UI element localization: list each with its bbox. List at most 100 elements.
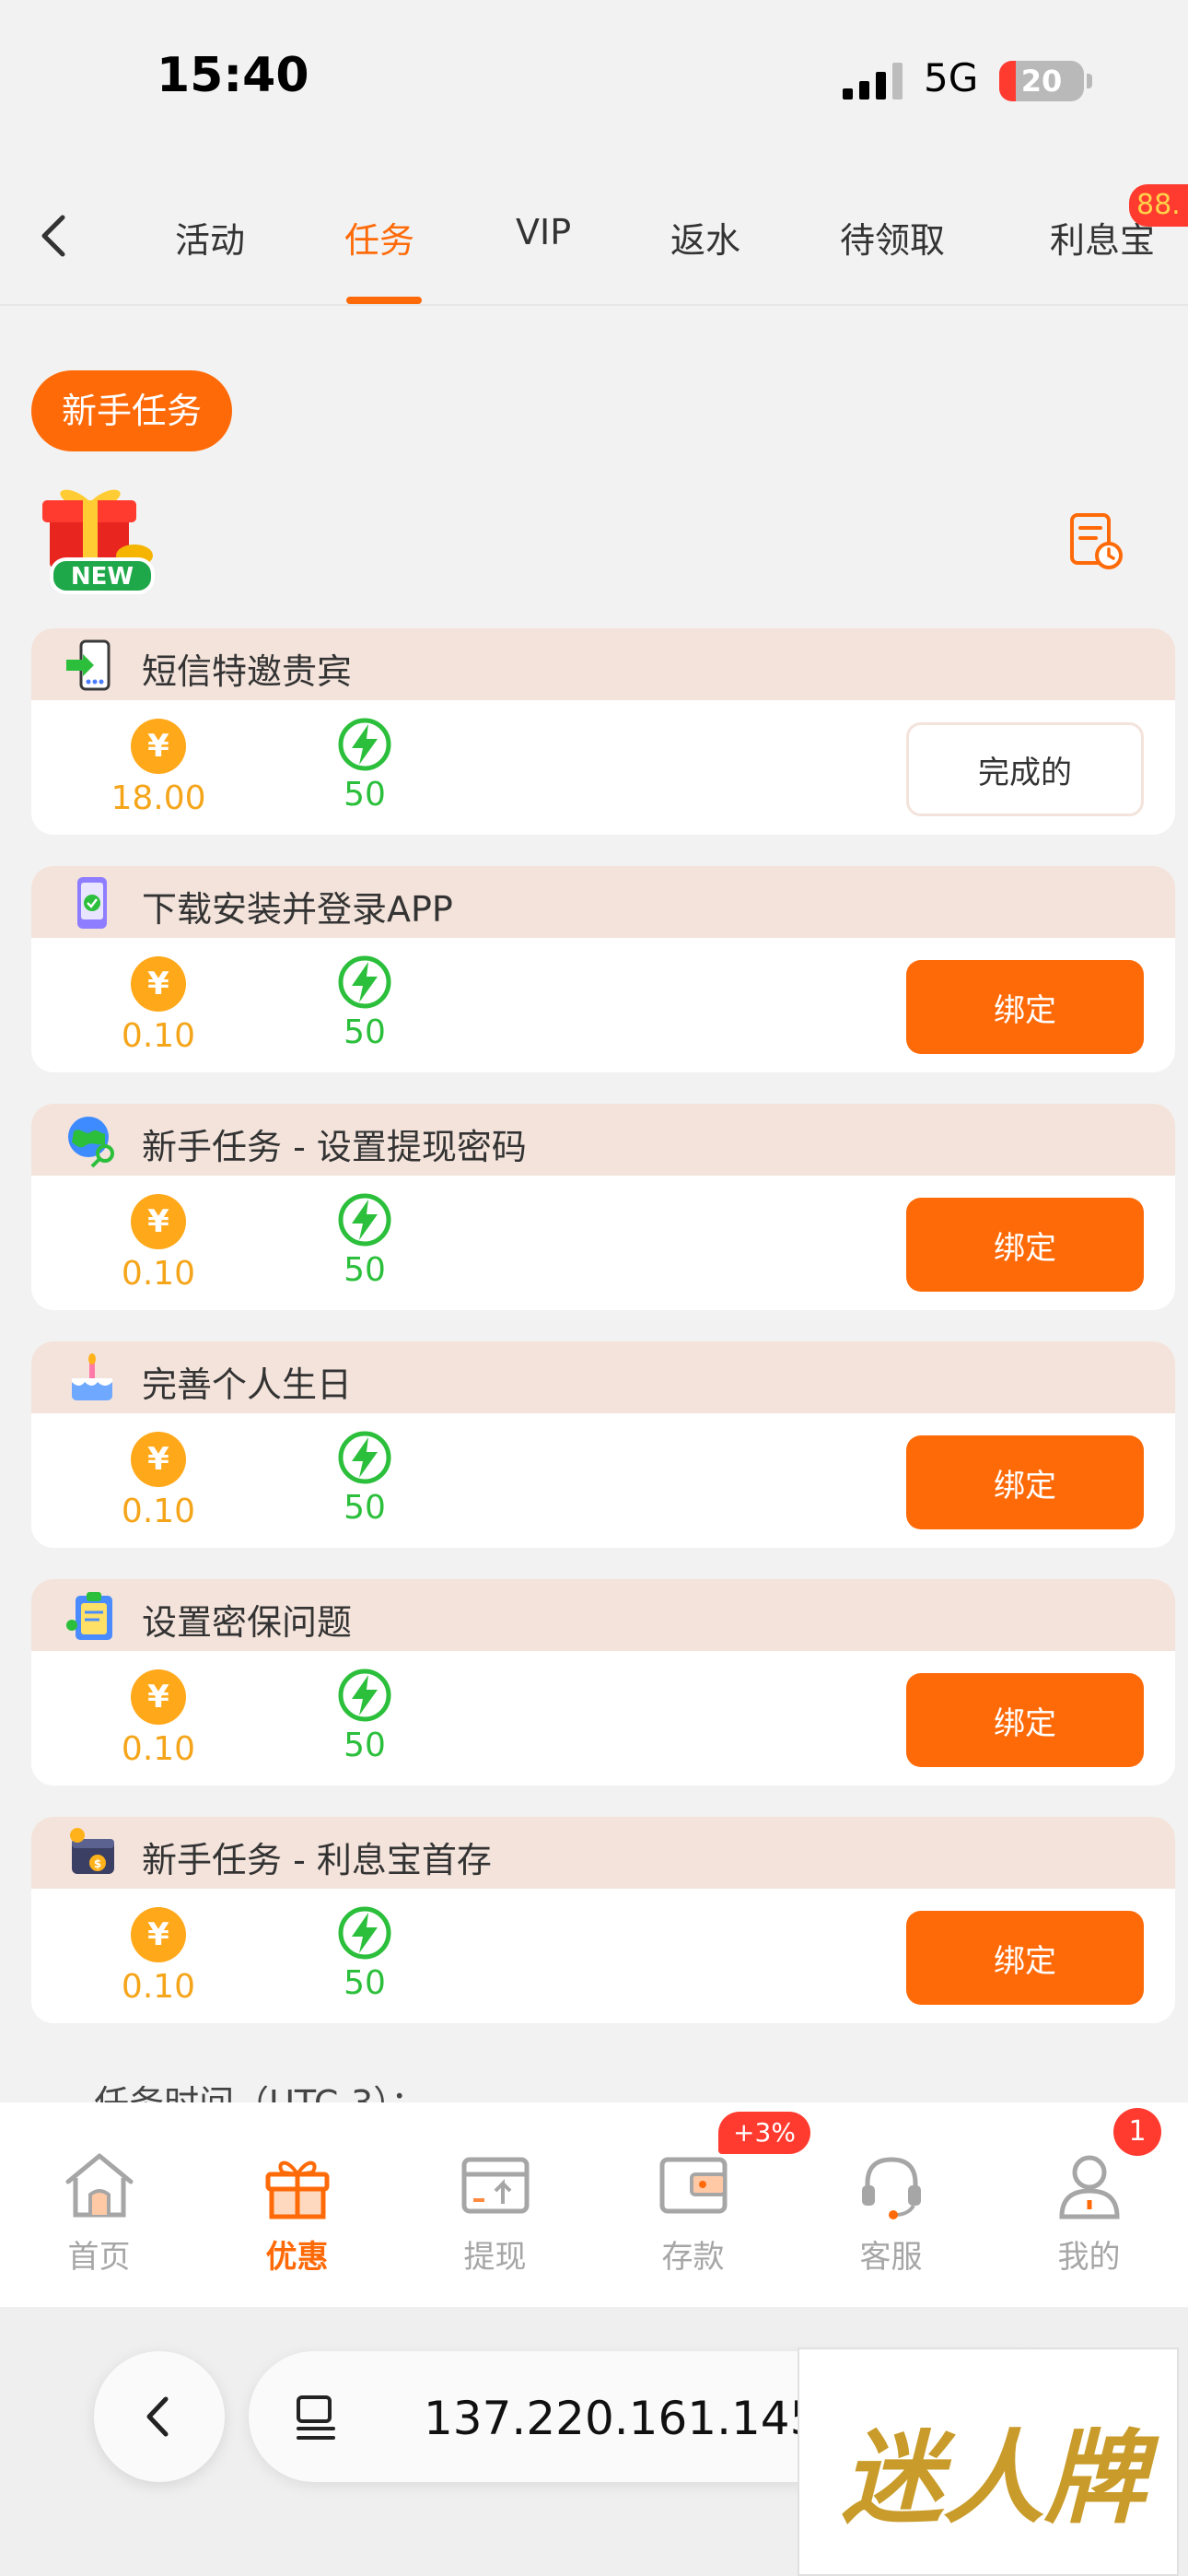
reward-money: 0.10 bbox=[121, 1493, 196, 1530]
bottom-nav-label: 提现 bbox=[463, 2239, 527, 2276]
network-type: 5G bbox=[924, 55, 979, 100]
bind-button[interactable]: 绑定 bbox=[906, 960, 1144, 1054]
signal-strength-icon bbox=[843, 63, 903, 100]
bottom-nav-label: 首页 bbox=[67, 2239, 131, 2276]
task-card: 完善个人生日 ¥ 0.10 50 绑定 bbox=[31, 1341, 1175, 1548]
page-menu-icon bbox=[297, 2395, 335, 2440]
coin-icon: ¥ bbox=[131, 956, 186, 1012]
bind-button[interactable]: 绑定 bbox=[906, 1911, 1144, 2005]
birthday-cake-icon bbox=[72, 1353, 112, 1400]
reward-money: 0.10 bbox=[121, 1730, 196, 1768]
task-header: 新手任务 - 设置提现密码 bbox=[31, 1104, 1175, 1176]
lightning-icon bbox=[338, 718, 391, 771]
task-header: $ 新手任务 - 利息宝首存 bbox=[31, 1817, 1175, 1889]
bind-button[interactable]: 绑定 bbox=[906, 1198, 1144, 1292]
task-title: 下载安装并登录APP bbox=[142, 889, 453, 930]
bottom-nav-home[interactable]: 首页 bbox=[0, 2102, 198, 2307]
task-header: 设置密保问题 bbox=[31, 1579, 1175, 1651]
notification-badge: 1 bbox=[1113, 2108, 1161, 2156]
tab-activity[interactable]: 活动 bbox=[175, 212, 245, 263]
reward-points: 50 bbox=[344, 776, 386, 814]
coin-icon: ¥ bbox=[131, 1907, 186, 1962]
tab-rebate[interactable]: 返水 bbox=[670, 212, 740, 263]
task-header: 下载安装并登录APP bbox=[31, 866, 1175, 938]
task-title: 新手任务 - 利息宝首存 bbox=[142, 1840, 492, 1880]
bottom-nav-promotions[interactable]: 优惠 bbox=[198, 2102, 396, 2307]
back-chevron-icon[interactable] bbox=[28, 208, 83, 263]
reward-points: 50 bbox=[344, 1489, 386, 1527]
bottom-nav-label: 存款 bbox=[661, 2239, 725, 2276]
bottom-nav-withdraw[interactable]: 提现 bbox=[396, 2102, 594, 2307]
tab-pending[interactable]: 待领取 bbox=[840, 212, 945, 263]
bottom-nav-label: 我的 bbox=[1057, 2239, 1121, 2276]
status-bar: 15:40 5G 20 bbox=[0, 0, 1188, 166]
withdraw-icon bbox=[461, 2157, 530, 2214]
mobile-app-icon bbox=[77, 877, 107, 929]
tab-vip[interactable]: VIP bbox=[516, 212, 571, 252]
active-tab-indicator bbox=[346, 297, 422, 304]
status-time: 15:40 bbox=[157, 48, 309, 103]
task-header: 短信特邀贵宾 bbox=[31, 628, 1175, 700]
watermark-logo: 迷人牌 bbox=[798, 2348, 1179, 2576]
task-card: 下载安装并登录APP ¥ 0.10 50 绑定 bbox=[31, 866, 1175, 1072]
home-icon bbox=[65, 2153, 134, 2218]
battery-percent: 20 bbox=[1020, 64, 1063, 99]
browser-toolbar: 137.220.161.145 迷人牌 bbox=[0, 2307, 1188, 2576]
lightning-icon bbox=[338, 1193, 391, 1247]
svg-text:$: $ bbox=[94, 1857, 101, 1870]
lightning-icon bbox=[338, 1906, 391, 1960]
reward-money: 0.10 bbox=[121, 1968, 196, 2006]
newbie-tasks-label: 新手任务 bbox=[31, 370, 232, 451]
task-title: 新手任务 - 设置提现密码 bbox=[142, 1127, 527, 1167]
task-title: 短信特邀贵宾 bbox=[142, 651, 353, 692]
lightning-icon bbox=[338, 955, 391, 1009]
coin-icon: ¥ bbox=[131, 719, 186, 774]
gift-icon bbox=[265, 2160, 330, 2219]
task-title: 设置密保问题 bbox=[142, 1602, 353, 1643]
bottom-nav-support[interactable]: 客服 bbox=[792, 2102, 990, 2307]
new-badge-text: NEW bbox=[71, 563, 134, 591]
watermark-text: 迷人牌 bbox=[842, 2419, 1146, 2537]
coin-icon: ¥ bbox=[131, 1432, 186, 1487]
bottom-nav-label: 客服 bbox=[859, 2239, 923, 2276]
battery-icon: 20 bbox=[999, 61, 1084, 101]
browser-back-button[interactable] bbox=[94, 2351, 225, 2482]
globe-key-icon bbox=[68, 1117, 114, 1168]
top-tab-bar: 活动 任务 VIP 返水 待领取 利息宝 88. bbox=[0, 184, 1188, 306]
clipboard-question-icon bbox=[66, 1592, 112, 1640]
bottom-nav-label: 优惠 bbox=[265, 2239, 329, 2276]
task-card: 新手任务 - 设置提现密码 ¥ 0.10 50 绑定 bbox=[31, 1104, 1175, 1310]
task-header: 完善个人生日 bbox=[31, 1341, 1175, 1413]
bind-button[interactable]: 绑定 bbox=[906, 1673, 1144, 1767]
task-card: $ 新手任务 - 利息宝首存 ¥ 0.10 50 绑定 bbox=[31, 1817, 1175, 2023]
reward-money: 0.10 bbox=[121, 1017, 196, 1055]
deposit-bonus-badge: +3% bbox=[718, 2112, 810, 2154]
new-gift-badge-icon: NEW bbox=[42, 489, 155, 594]
task-record-icon[interactable] bbox=[1068, 511, 1124, 570]
bottom-tab-bar: 首页 优惠 提现 存款 客服 我的 +3% 1 bbox=[0, 2102, 1188, 2307]
reward-points: 50 bbox=[344, 1251, 386, 1289]
reward-points: 50 bbox=[344, 1964, 386, 2002]
reward-points: 50 bbox=[344, 1727, 386, 1764]
bind-button[interactable]: 绑定 bbox=[906, 1435, 1144, 1529]
reward-points: 50 bbox=[344, 1013, 386, 1051]
task-card: 设置密保问题 ¥ 0.10 50 绑定 bbox=[31, 1579, 1175, 1786]
reward-money: 0.10 bbox=[121, 1255, 196, 1293]
tab-tasks[interactable]: 任务 bbox=[344, 212, 414, 263]
headset-icon bbox=[862, 2157, 921, 2219]
task-list: 短信特邀贵宾 ¥ 18.00 50 完成的 下载安装并登录APP ¥ 0.10 … bbox=[31, 628, 1175, 2055]
task-completed-button[interactable]: 完成的 bbox=[906, 722, 1144, 816]
reward-money: 18.00 bbox=[111, 779, 206, 817]
profile-icon bbox=[1059, 2155, 1120, 2219]
deposit-wallet-icon bbox=[659, 2157, 728, 2214]
battery-cap bbox=[1087, 74, 1092, 88]
chevron-left-icon bbox=[146, 2396, 169, 2437]
task-title: 完善个人生日 bbox=[142, 1364, 353, 1405]
lightning-icon bbox=[338, 1669, 391, 1722]
coin-icon: ¥ bbox=[131, 1194, 186, 1249]
url-text: 137.220.161.145 bbox=[424, 2392, 820, 2445]
interest-badge: 88. bbox=[1129, 184, 1188, 227]
lightning-icon bbox=[338, 1431, 391, 1484]
wallet-coin-icon: $ bbox=[70, 1828, 114, 1874]
task-card: 短信特邀贵宾 ¥ 18.00 50 完成的 bbox=[31, 628, 1175, 835]
